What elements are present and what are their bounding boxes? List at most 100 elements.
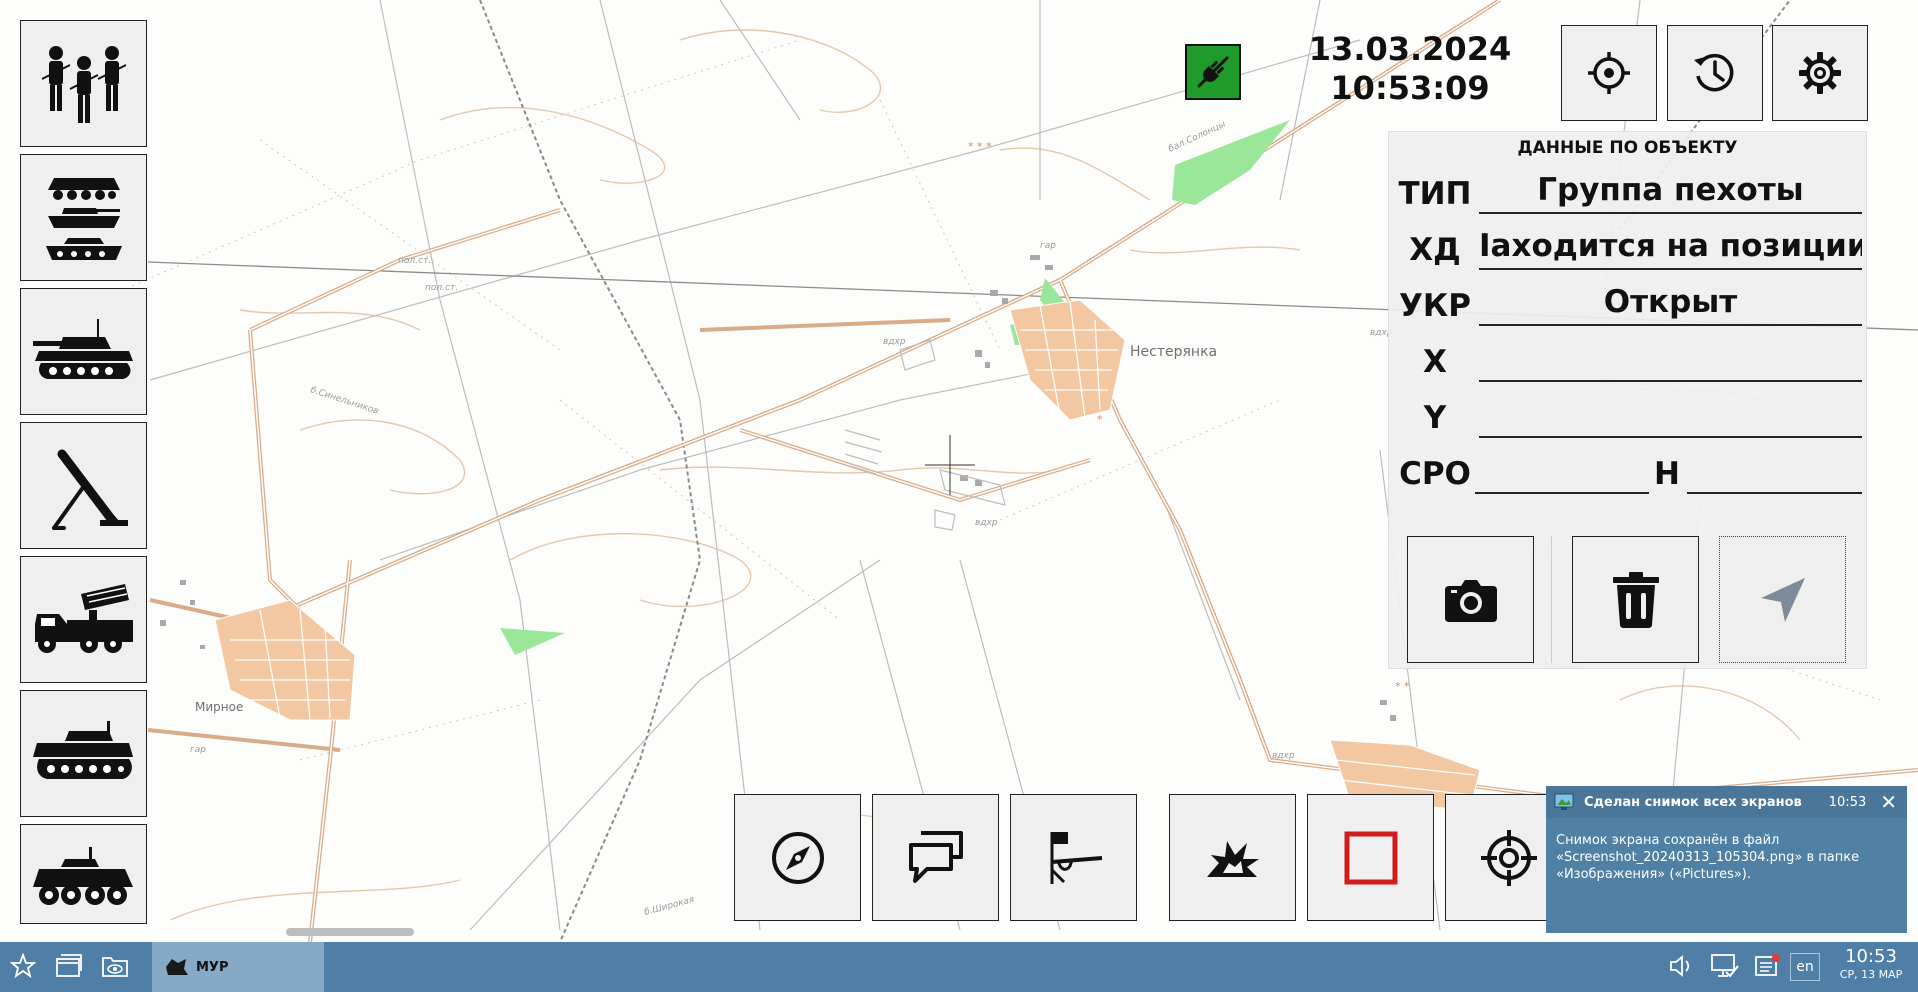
settings-button[interactable] xyxy=(1772,25,1868,121)
svg-text:вдхр: вдхр xyxy=(975,518,998,528)
explosion-button[interactable] xyxy=(1169,794,1296,921)
map-scrollbar[interactable] xyxy=(286,928,414,936)
clock-time: 10:53 xyxy=(1845,946,1897,967)
star-launcher-icon xyxy=(10,953,36,979)
ifv-icon xyxy=(32,720,133,779)
red-square-icon xyxy=(1344,831,1397,884)
unplugged-icon xyxy=(1197,56,1229,88)
infantry-group-icon xyxy=(41,45,126,123)
crosshair-locate-icon xyxy=(1588,52,1630,94)
screenshot-notification[interactable]: Сделан снимок всех экранов 10:53 ✕ Снимо… xyxy=(1546,786,1907,933)
hd-field[interactable]: Iаходится на позиции xyxy=(1479,224,1862,270)
trash-icon xyxy=(1612,571,1659,628)
svg-text:вдхр: вдхр xyxy=(883,337,906,347)
sidebar-item-infantry[interactable] xyxy=(20,20,147,147)
language-indicator[interactable]: en xyxy=(1790,953,1820,981)
history-button[interactable] xyxy=(1667,25,1763,121)
locate-button[interactable] xyxy=(1561,25,1657,121)
gear-icon xyxy=(1799,52,1841,94)
datetime-display: 13.03.2024 10:53:09 xyxy=(1300,30,1520,108)
town-label-mirnoe: Мирное xyxy=(195,700,243,714)
windows-icon xyxy=(56,954,82,977)
time-text: 10:53:09 xyxy=(1330,69,1490,107)
notification-line-1: Снимок экрана сохранён в файл xyxy=(1556,833,1780,848)
language-text: en xyxy=(1796,959,1814,975)
sidebar-item-mortar[interactable] xyxy=(20,422,147,549)
network-button[interactable] xyxy=(1710,951,1740,981)
volume-button[interactable] xyxy=(1666,951,1696,981)
h-label: Н xyxy=(1654,456,1680,492)
sidebar-item-armored-column[interactable] xyxy=(20,154,147,281)
folder-eye-icon xyxy=(102,957,128,977)
ukr-field[interactable]: Открыт xyxy=(1479,280,1862,326)
svg-text:пол.ст.: пол.ст. xyxy=(425,283,458,293)
object-data-panel: ДАННЫЕ ПО ОБЪЕКТУ ТИП Группа пехоты ХД I… xyxy=(1388,131,1867,669)
y-field[interactable] xyxy=(1479,392,1862,438)
clock-date: СР, 13 МАР xyxy=(1839,968,1903,981)
target-icon xyxy=(1480,829,1537,886)
file-manager-button[interactable] xyxy=(100,951,130,981)
taskbar-app-mur[interactable]: МУР xyxy=(152,942,324,992)
notification-line-2: «Screenshot_20240313_105304.png» в папке xyxy=(1556,850,1860,865)
town-label-nesteryanka: Нестерянка xyxy=(1130,344,1217,360)
type-label: ТИП xyxy=(1398,176,1472,212)
window-manager-button[interactable] xyxy=(54,951,84,981)
compass-button[interactable] xyxy=(734,794,861,921)
y-label: Y xyxy=(1423,400,1447,436)
sidebar-item-rocket-launcher[interactable] xyxy=(20,556,147,683)
close-icon[interactable]: ✕ xyxy=(1880,792,1897,812)
flag-weapon-button[interactable] xyxy=(1010,794,1137,921)
svg-text:вдхр: вдхр xyxy=(1272,751,1295,761)
svg-text:* * *: * * * xyxy=(968,140,992,153)
messages-button[interactable] xyxy=(872,794,999,921)
taskbar-clock[interactable]: 10:53 СР, 13 МАР xyxy=(1830,946,1912,982)
apc-icon xyxy=(32,847,133,905)
screenshot-icon xyxy=(1554,793,1574,810)
sro-label: СРО xyxy=(1399,456,1471,492)
notification-line-3: «Изображения» («Pictures»). xyxy=(1556,867,1752,882)
notification-time: 10:53 xyxy=(1828,794,1867,810)
sidebar-item-ifv[interactable] xyxy=(20,690,147,817)
network-monitor-icon xyxy=(1711,954,1739,978)
armored-column-icon xyxy=(45,177,122,260)
sro-field[interactable] xyxy=(1475,448,1649,494)
svg-text:гар: гар xyxy=(1040,241,1056,251)
taskbar-app-label: МУР xyxy=(196,959,229,975)
svg-text:гар: гар xyxy=(190,745,206,755)
mlrs-truck-icon xyxy=(34,583,133,653)
history-clock-icon xyxy=(1694,53,1734,92)
panel-title: ДАННЫЕ ПО ОБЪЕКТУ xyxy=(1517,138,1738,158)
h-field[interactable] xyxy=(1687,448,1862,494)
app-launcher-button[interactable] xyxy=(8,951,38,981)
delete-button[interactable] xyxy=(1572,536,1699,663)
stop-button[interactable] xyxy=(1307,794,1434,921)
x-label: X xyxy=(1423,344,1447,380)
flag-weapon-icon xyxy=(1050,831,1102,884)
sidebar-item-tank[interactable] xyxy=(20,288,147,415)
notification-list-icon xyxy=(1755,954,1780,976)
mortar-icon xyxy=(51,449,128,530)
notifications-button[interactable] xyxy=(1752,951,1782,981)
date-text: 13.03.2024 xyxy=(1308,30,1512,68)
svg-text:* *: * * xyxy=(1395,680,1410,693)
type-field[interactable]: Группа пехоты xyxy=(1479,168,1862,214)
sidebar-item-apc[interactable] xyxy=(20,824,147,924)
x-field[interactable] xyxy=(1479,336,1862,382)
mur-app-icon xyxy=(166,959,188,975)
compass-icon xyxy=(771,831,824,884)
tank-icon xyxy=(32,318,133,379)
taskbar: МУР en 10:53 СР, 13 МАР xyxy=(0,942,1918,992)
explosion-icon xyxy=(1206,840,1259,877)
send-arrow-icon xyxy=(1760,577,1805,622)
send-button[interactable] xyxy=(1719,536,1846,663)
notification-title: Сделан снимок всех экранов xyxy=(1584,794,1802,810)
svg-text:*: * xyxy=(1097,413,1103,426)
hd-label: ХД xyxy=(1409,232,1461,268)
camera-icon xyxy=(1444,579,1497,622)
svg-text:пол.ст.: пол.ст. xyxy=(398,256,431,266)
connection-status xyxy=(1185,44,1241,100)
chat-bubbles-icon xyxy=(908,830,963,883)
speaker-icon xyxy=(1670,955,1690,977)
ukr-label: УКР xyxy=(1399,288,1471,324)
photo-button[interactable] xyxy=(1407,536,1534,663)
